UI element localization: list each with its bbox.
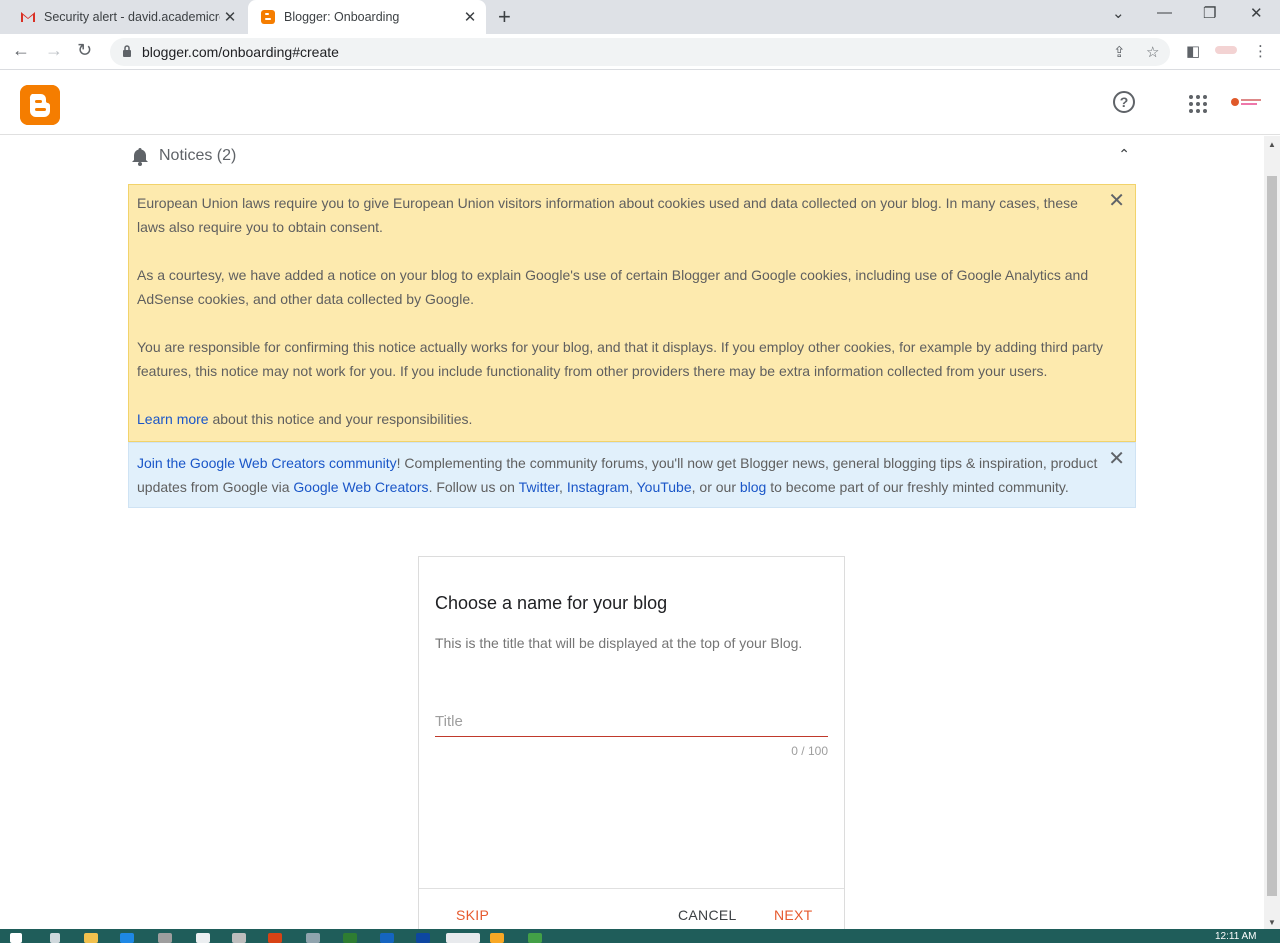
notices-heading: Notices (2) — [159, 147, 237, 164]
tab-search-icon[interactable]: ⌄ — [1112, 4, 1125, 22]
acrobat-icon[interactable] — [268, 933, 282, 943]
scrollbar-thumb[interactable] — [1267, 176, 1277, 896]
chrome-icon[interactable] — [446, 933, 480, 943]
eu-cookie-notice: European Union laws require you to give … — [128, 184, 1136, 442]
close-tab-icon[interactable]: ✕ — [460, 8, 480, 26]
next-button[interactable]: NEXT — [774, 907, 813, 923]
reload-icon[interactable]: ↻ — [77, 40, 92, 61]
cancel-button[interactable]: CANCEL — [678, 907, 737, 923]
account-avatar[interactable] — [1230, 95, 1264, 109]
tab-title: Blogger: Onboarding — [284, 10, 400, 24]
page-scrollbar[interactable]: ▲ ▼ — [1264, 136, 1280, 929]
lock-icon — [123, 45, 131, 57]
join-community-link[interactable]: Join the Google Web Creators community — [137, 455, 397, 471]
start-icon[interactable] — [10, 933, 22, 943]
notice-text: to become part of our freshly minted com… — [766, 479, 1069, 495]
taskbar-clock: 12:11 AM — [1215, 931, 1257, 942]
dialog-footer: SKIP CANCEL NEXT — [419, 888, 844, 929]
url-text: blogger.com/onboarding#create — [142, 44, 339, 60]
tab-gmail[interactable]: Security alert - david.academicre ✕ — [8, 0, 246, 34]
skip-button[interactable]: SKIP — [456, 907, 489, 923]
notice-paragraph: You are responsible for confirming this … — [137, 339, 1103, 379]
notice-text: , — [629, 479, 637, 495]
file-explorer-icon[interactable] — [84, 933, 98, 943]
scroll-down-icon[interactable]: ▼ — [1268, 918, 1276, 927]
profile-avatar[interactable] — [1215, 46, 1237, 54]
notice-text: , or our — [691, 479, 740, 495]
word-icon[interactable] — [380, 933, 394, 943]
close-tab-icon[interactable]: ✕ — [220, 8, 240, 26]
app-icon[interactable] — [158, 933, 172, 943]
side-panel-icon[interactable]: ◧ — [1186, 42, 1200, 60]
app-icon[interactable] — [528, 933, 542, 943]
browser-tab-strip: Security alert - david.academicre ✕ Blog… — [0, 0, 1280, 34]
app-header: ? — [0, 71, 1280, 135]
restore-icon[interactable]: ❐ — [1203, 4, 1216, 22]
excel-icon[interactable] — [343, 933, 357, 943]
notification-bell-icon — [132, 148, 148, 166]
notice-text: . Follow us on — [428, 479, 519, 495]
notice-paragraph: Join the Google Web Creators community! … — [137, 451, 1105, 499]
learn-more-text: about this notice and your responsibilit… — [208, 411, 473, 427]
tab-blogger[interactable]: Blogger: Onboarding ✕ — [248, 0, 486, 34]
app-icon[interactable] — [232, 933, 246, 943]
blog-title-input[interactable] — [435, 707, 828, 737]
address-bar[interactable]: blogger.com/onboarding#create ⇪ ☆ — [110, 38, 1170, 66]
blog-link[interactable]: blog — [740, 479, 766, 495]
new-tab-icon[interactable]: + — [498, 6, 511, 28]
youtube-link[interactable]: YouTube — [637, 479, 692, 495]
notices-header[interactable]: Notices (2) ⌃ — [128, 144, 1136, 168]
dialog-subtitle: This is the title that will be displayed… — [435, 635, 803, 651]
gmail-icon — [21, 12, 35, 22]
outlook-icon[interactable] — [416, 933, 430, 943]
back-icon[interactable]: ← — [12, 40, 30, 61]
dialog-title: Choose a name for your blog — [435, 593, 668, 613]
minimize-icon[interactable]: — — [1157, 4, 1172, 21]
dismiss-notice-close-icon[interactable]: ✕ — [1108, 191, 1125, 211]
create-blog-dialog: Choose a name for your blog This is the … — [418, 556, 845, 929]
google-apps-icon[interactable] — [1189, 95, 1207, 113]
close-window-icon[interactable]: ✕ — [1250, 4, 1263, 22]
app-icon[interactable] — [196, 933, 210, 943]
notice-text: , — [559, 479, 567, 495]
notice-paragraph: As a courtesy, we have added a notice on… — [137, 267, 1089, 307]
character-counter: 0 / 100 — [791, 744, 828, 758]
blogger-logo[interactable] — [20, 85, 60, 125]
main-content: Notices (2) ⌃ European Union laws requir… — [0, 136, 1264, 929]
google-web-creators-link[interactable]: Google Web Creators — [293, 479, 428, 495]
instagram-link[interactable]: Instagram — [567, 479, 629, 495]
windows-taskbar: 12:11 AM — [0, 929, 1280, 943]
twitter-link[interactable]: Twitter — [519, 479, 559, 495]
scroll-up-icon[interactable]: ▲ — [1268, 140, 1276, 149]
browser-toolbar: ← → ↻ blogger.com/onboarding#create ⇪ ☆ … — [0, 34, 1280, 70]
dismiss-notice-close-icon[interactable]: ✕ — [1108, 449, 1125, 469]
forward-icon[interactable]: → — [45, 40, 63, 61]
bookmark-star-icon[interactable]: ☆ — [1146, 43, 1159, 61]
learn-more-link[interactable]: Learn more — [137, 411, 209, 427]
notice-paragraph: Learn more about this notice and your re… — [137, 407, 1105, 431]
help-icon[interactable]: ? — [1113, 91, 1135, 113]
edge-icon[interactable] — [120, 933, 134, 943]
app-icon[interactable] — [306, 933, 320, 943]
tab-title: Security alert - david.academicre — [44, 10, 220, 24]
browser-menu-icon[interactable]: ⋮ — [1253, 42, 1268, 60]
app-icon[interactable] — [490, 933, 504, 943]
share-icon[interactable]: ⇪ — [1113, 43, 1126, 61]
community-notice: Join the Google Web Creators community! … — [128, 442, 1136, 508]
search-icon[interactable] — [50, 933, 60, 943]
notice-paragraph: European Union laws require you to give … — [137, 195, 1078, 235]
collapse-chevron-icon[interactable]: ⌃ — [1118, 146, 1130, 163]
blogger-favicon-icon — [261, 10, 275, 24]
